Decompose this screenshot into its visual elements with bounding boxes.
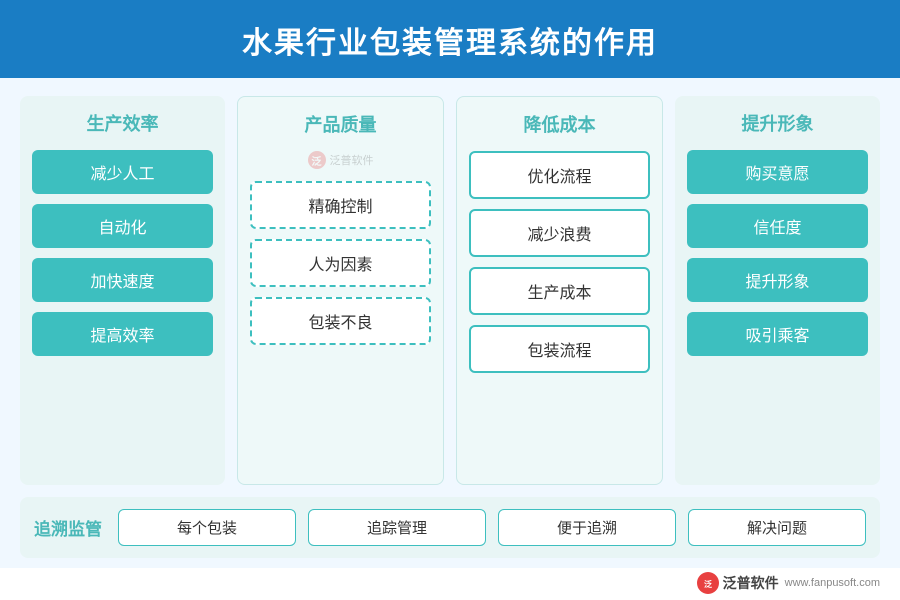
main-container: 水果行业包装管理系统的作用 生产效率 减少人工 自动化 加快速度 提高效率 产品… bbox=[0, 0, 900, 600]
watermark-logo-icon-footer: 泛 bbox=[697, 572, 719, 594]
column-product-quality: 产品质量 泛 泛普软件 精确控制 人为因素 包装不良 bbox=[237, 96, 444, 485]
bottom-row: 追溯监管 每个包装 追踪管理 便于追溯 解决问题 bbox=[20, 497, 880, 558]
col3-item-0[interactable]: 优化流程 bbox=[469, 151, 650, 199]
col4-item-3[interactable]: 吸引乘客 bbox=[687, 312, 868, 356]
col2-item-2[interactable]: 包装不良 bbox=[250, 297, 431, 345]
col4-item-0[interactable]: 购买意愿 bbox=[687, 150, 868, 194]
brand-name: 泛普软件 bbox=[723, 573, 779, 593]
col2-item-0[interactable]: 精确控制 bbox=[250, 181, 431, 229]
col3-item-3[interactable]: 包装流程 bbox=[469, 325, 650, 373]
bottom-item-1[interactable]: 追踪管理 bbox=[308, 509, 486, 546]
watermark-url-container: www.fanpusoft.com bbox=[785, 577, 880, 589]
col1-item-0[interactable]: 减少人工 bbox=[32, 150, 213, 194]
col2-item-1[interactable]: 人为因素 bbox=[250, 239, 431, 287]
watermark-logo: 泛 泛普软件 bbox=[697, 572, 779, 594]
bottom-label: 追溯监管 bbox=[34, 515, 106, 540]
bottom-item-3[interactable]: 解决问题 bbox=[688, 509, 866, 546]
svg-text:泛: 泛 bbox=[704, 579, 712, 589]
main-content: 生产效率 减少人工 自动化 加快速度 提高效率 产品质量 泛 泛普软件 精确控制… bbox=[0, 78, 900, 568]
col3-item-2[interactable]: 生产成本 bbox=[469, 267, 650, 315]
column-production-efficiency: 生产效率 减少人工 自动化 加快速度 提高效率 bbox=[20, 96, 225, 485]
title-bar: 水果行业包装管理系统的作用 bbox=[0, 0, 900, 78]
watermark-footer: 泛 泛普软件 www.fanpusoft.com bbox=[0, 568, 900, 600]
col2-header: 产品质量 bbox=[305, 111, 377, 137]
column-brand-image: 提升形象 购买意愿 信任度 提升形象 吸引乘客 bbox=[675, 96, 880, 485]
col3-item-1[interactable]: 减少浪费 bbox=[469, 209, 650, 257]
col4-item-2[interactable]: 提升形象 bbox=[687, 258, 868, 302]
bottom-item-0[interactable]: 每个包装 bbox=[118, 509, 296, 546]
bottom-item-2[interactable]: 便于追溯 bbox=[498, 509, 676, 546]
col1-item-1[interactable]: 自动化 bbox=[32, 204, 213, 248]
column-cost-reduction: 降低成本 优化流程 减少浪费 生产成本 包装流程 bbox=[456, 96, 663, 485]
columns-wrapper: 生产效率 减少人工 自动化 加快速度 提高效率 产品质量 泛 泛普软件 精确控制… bbox=[20, 96, 880, 485]
col4-item-1[interactable]: 信任度 bbox=[687, 204, 868, 248]
watermark-url: www.fanpusoft.com bbox=[785, 577, 880, 589]
watermark-logo-icon: 泛 bbox=[308, 151, 326, 169]
page-title: 水果行业包装管理系统的作用 bbox=[242, 27, 658, 60]
col1-item-3[interactable]: 提高效率 bbox=[32, 312, 213, 356]
watermark-brand: 泛普软件 bbox=[330, 152, 374, 168]
col1-header: 生产效率 bbox=[87, 110, 159, 136]
col1-item-2[interactable]: 加快速度 bbox=[32, 258, 213, 302]
watermark-center: 泛 泛普软件 bbox=[308, 151, 374, 169]
col4-header: 提升形象 bbox=[742, 110, 814, 136]
col3-header: 降低成本 bbox=[524, 111, 596, 137]
